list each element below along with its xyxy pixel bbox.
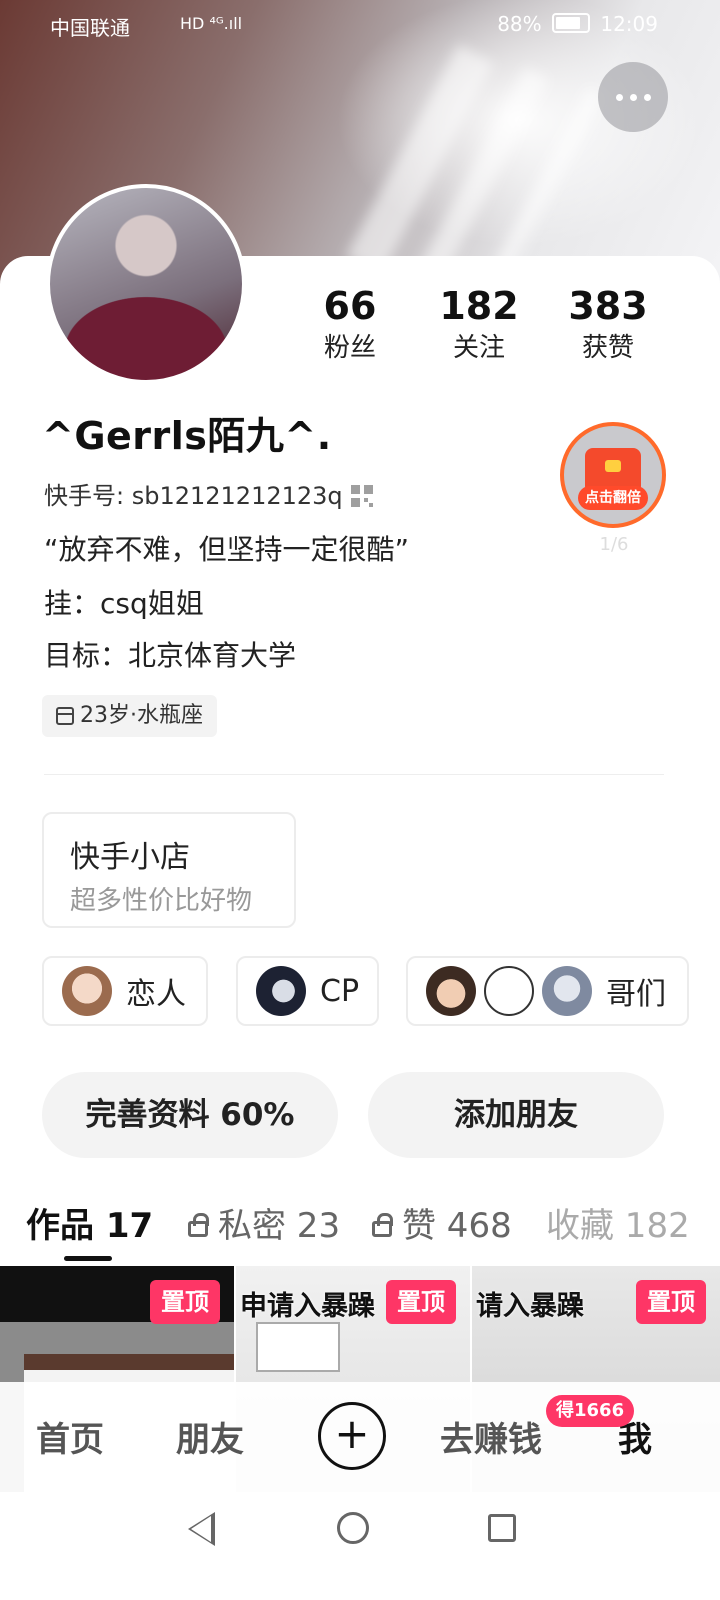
stat-likes[interactable]: 383 获赞 <box>553 282 663 366</box>
profile-name: ^Gerrls陌九^. <box>42 414 332 458</box>
pinned-badge: 置顶 <box>150 1280 220 1324</box>
red-packet-label: 点击翻倍 <box>578 486 648 510</box>
relation-lover[interactable]: 恋人 <box>42 956 208 1026</box>
nav-home[interactable]: 首页 <box>36 1412 104 1461</box>
relation-cp[interactable]: CP <box>236 956 379 1026</box>
stat-fans[interactable]: 66 粉丝 <box>295 282 405 366</box>
kuaishou-id-text: 快手号: sb12121212123q <box>44 482 343 510</box>
relation-label: CP <box>320 973 360 1009</box>
kuaishou-shop-card[interactable]: 快手小店 超多性价比好物 <box>42 812 296 928</box>
dot-icon <box>615 93 623 101</box>
stat-label: 获赞 <box>581 333 634 363</box>
age-zodiac-tag: 23岁·水瓶座 <box>42 695 217 737</box>
age-zodiac-text: 23岁·水瓶座 <box>80 703 203 728</box>
relation-label: 恋人 <box>126 977 186 1012</box>
tab-label: 私密 23 <box>218 1206 341 1246</box>
lock-icon <box>372 1213 393 1237</box>
red-packet-count: 1/6 <box>599 534 629 555</box>
shop-title: 快手小店 <box>70 840 190 875</box>
avatar <box>426 966 476 1016</box>
content-tabs: 作品 17 私密 23 赞 468 收藏 182 <box>0 1198 720 1248</box>
stat-value: 182 <box>439 284 519 328</box>
nav-friends[interactable]: 朋友 <box>176 1412 244 1461</box>
thumbnail-caption: 请入暴躁 <box>476 1291 584 1322</box>
status-bar: 中国联通 HD ⁴ᴳ.ıll 88% 12:09 <box>0 10 720 50</box>
avatar <box>62 966 112 1016</box>
earn-badge: 得1666 <box>546 1395 635 1427</box>
battery-percent: 88% <box>497 12 542 36</box>
tab-liked[interactable]: 赞 468 <box>372 1198 512 1247</box>
tab-label: 赞 468 <box>402 1206 512 1246</box>
shop-subtitle: 超多性价比好物 <box>70 886 253 916</box>
home-icon[interactable] <box>337 1512 369 1544</box>
kuaishou-id[interactable]: 快手号: sb12121212123q <box>44 476 373 511</box>
calendar-icon <box>56 707 74 725</box>
stat-value: 383 <box>568 284 648 328</box>
create-plus-button[interactable]: + <box>318 1402 386 1470</box>
battery-icon <box>552 13 590 33</box>
relation-label: 哥们 <box>606 977 666 1012</box>
recent-apps-icon[interactable] <box>488 1514 516 1542</box>
red-packet-button[interactable]: 点击翻倍 <box>560 422 666 528</box>
bio-line: 挂：csq姐姐 <box>44 587 204 620</box>
divider <box>44 774 664 775</box>
complete-profile-button[interactable]: 完善资料 60% <box>42 1072 338 1158</box>
bio-line: “放弃不难，但坚持一定很酷” <box>44 533 410 566</box>
more-options-button[interactable] <box>598 62 668 132</box>
thumbnail-image <box>256 1322 340 1372</box>
stat-value: 66 <box>323 284 377 328</box>
stat-label: 粉丝 <box>323 333 376 363</box>
back-icon[interactable] <box>188 1512 215 1546</box>
thumbnail-caption: 申请入暴躁 <box>240 1291 375 1322</box>
stat-label: 关注 <box>452 333 505 363</box>
relation-buddies[interactable]: 哥们 <box>406 956 689 1026</box>
lock-icon <box>188 1213 209 1237</box>
dog-avatar-icon <box>484 966 534 1016</box>
active-tab-indicator <box>64 1256 112 1261</box>
system-nav-bar <box>0 1492 720 1600</box>
signal-icon: HD ⁴ᴳ.ıll <box>180 14 243 33</box>
pinned-badge: 置顶 <box>636 1280 706 1324</box>
pinned-badge: 置顶 <box>386 1280 456 1324</box>
avatar[interactable] <box>46 184 246 384</box>
add-friend-button[interactable]: 添加朋友 <box>368 1072 664 1158</box>
tab-works[interactable]: 作品 17 <box>26 1198 153 1247</box>
avatar <box>256 966 306 1016</box>
stat-following[interactable]: 182 关注 <box>424 282 534 366</box>
carrier-text: 中国联通 <box>50 16 130 40</box>
avatar <box>542 966 592 1016</box>
tab-favorites[interactable]: 收藏 182 <box>546 1198 690 1247</box>
dot-icon <box>643 93 651 101</box>
nav-earn[interactable]: 去赚钱 <box>440 1412 542 1461</box>
dot-icon <box>629 93 637 101</box>
status-right: 88% 12:09 <box>497 12 658 36</box>
tab-private[interactable]: 私密 23 <box>188 1198 340 1247</box>
qr-code-icon[interactable] <box>350 485 373 507</box>
clock: 12:09 <box>600 12 658 36</box>
bio-line: 目标：北京体育大学 <box>44 639 297 672</box>
